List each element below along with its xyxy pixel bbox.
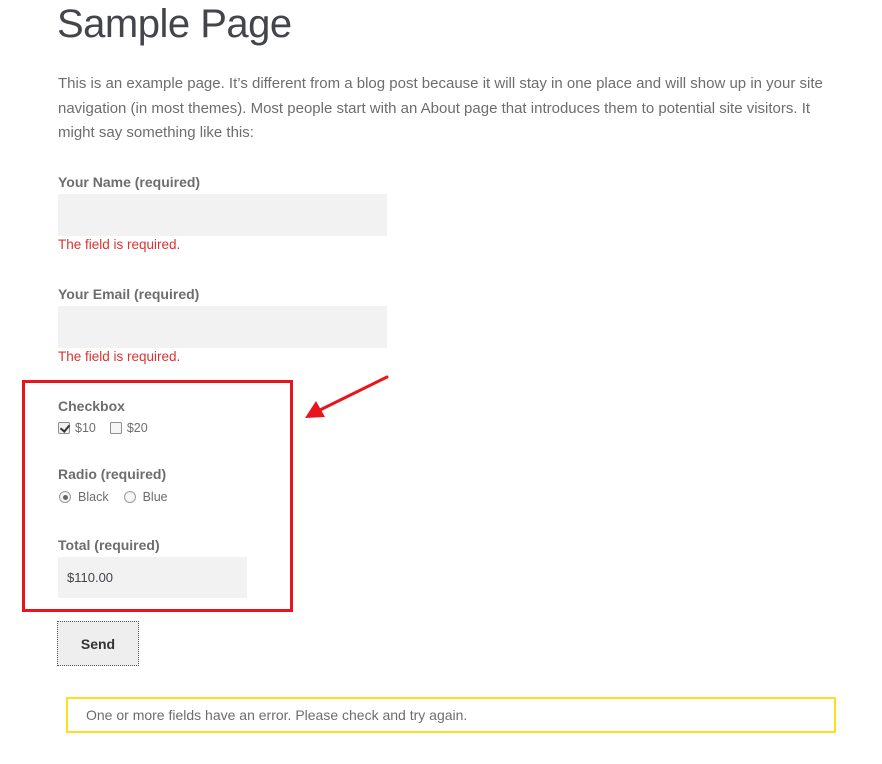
name-input[interactable] (58, 194, 387, 236)
page-title: Sample Page (57, 2, 292, 46)
checkbox-option-10[interactable]: $10 (58, 421, 96, 435)
checkbox-10[interactable] (58, 422, 70, 434)
send-button[interactable]: Send (57, 621, 139, 666)
radio-option-blue[interactable]: Blue (123, 490, 168, 504)
checkbox-group: $10 $20 (58, 421, 162, 435)
total-label: Total (required) (58, 537, 160, 553)
radio-black[interactable] (59, 491, 71, 503)
name-error: The field is required. (58, 237, 181, 252)
email-label: Your Email (required) (58, 286, 200, 302)
red-arrow-icon (305, 375, 389, 418)
checkbox-option-label: $10 (75, 421, 96, 435)
checkbox-label: Checkbox (58, 398, 125, 414)
checkbox-option-label: $20 (126, 421, 148, 435)
radio-option-label: Blue (142, 490, 168, 504)
radio-blue[interactable] (123, 491, 136, 503)
radio-option-black[interactable]: Black (58, 490, 109, 504)
checkbox-option-20[interactable]: $20 (109, 421, 148, 435)
email-error: The field is required. (58, 349, 181, 364)
name-label: Your Name (required) (58, 174, 201, 190)
radio-option-label: Black (78, 490, 109, 504)
radio-label: Radio (required) (58, 466, 167, 482)
response-message: One or more fields have an error. Please… (66, 697, 836, 733)
intro-paragraph: This is an example page. It’s different … (58, 75, 823, 141)
total-input[interactable] (58, 557, 247, 598)
email-input[interactable] (58, 306, 387, 348)
response-text: One or more fields have an error. Please… (86, 707, 468, 723)
radio-group: Black Blue (58, 490, 182, 504)
checkbox-20[interactable] (109, 422, 122, 434)
